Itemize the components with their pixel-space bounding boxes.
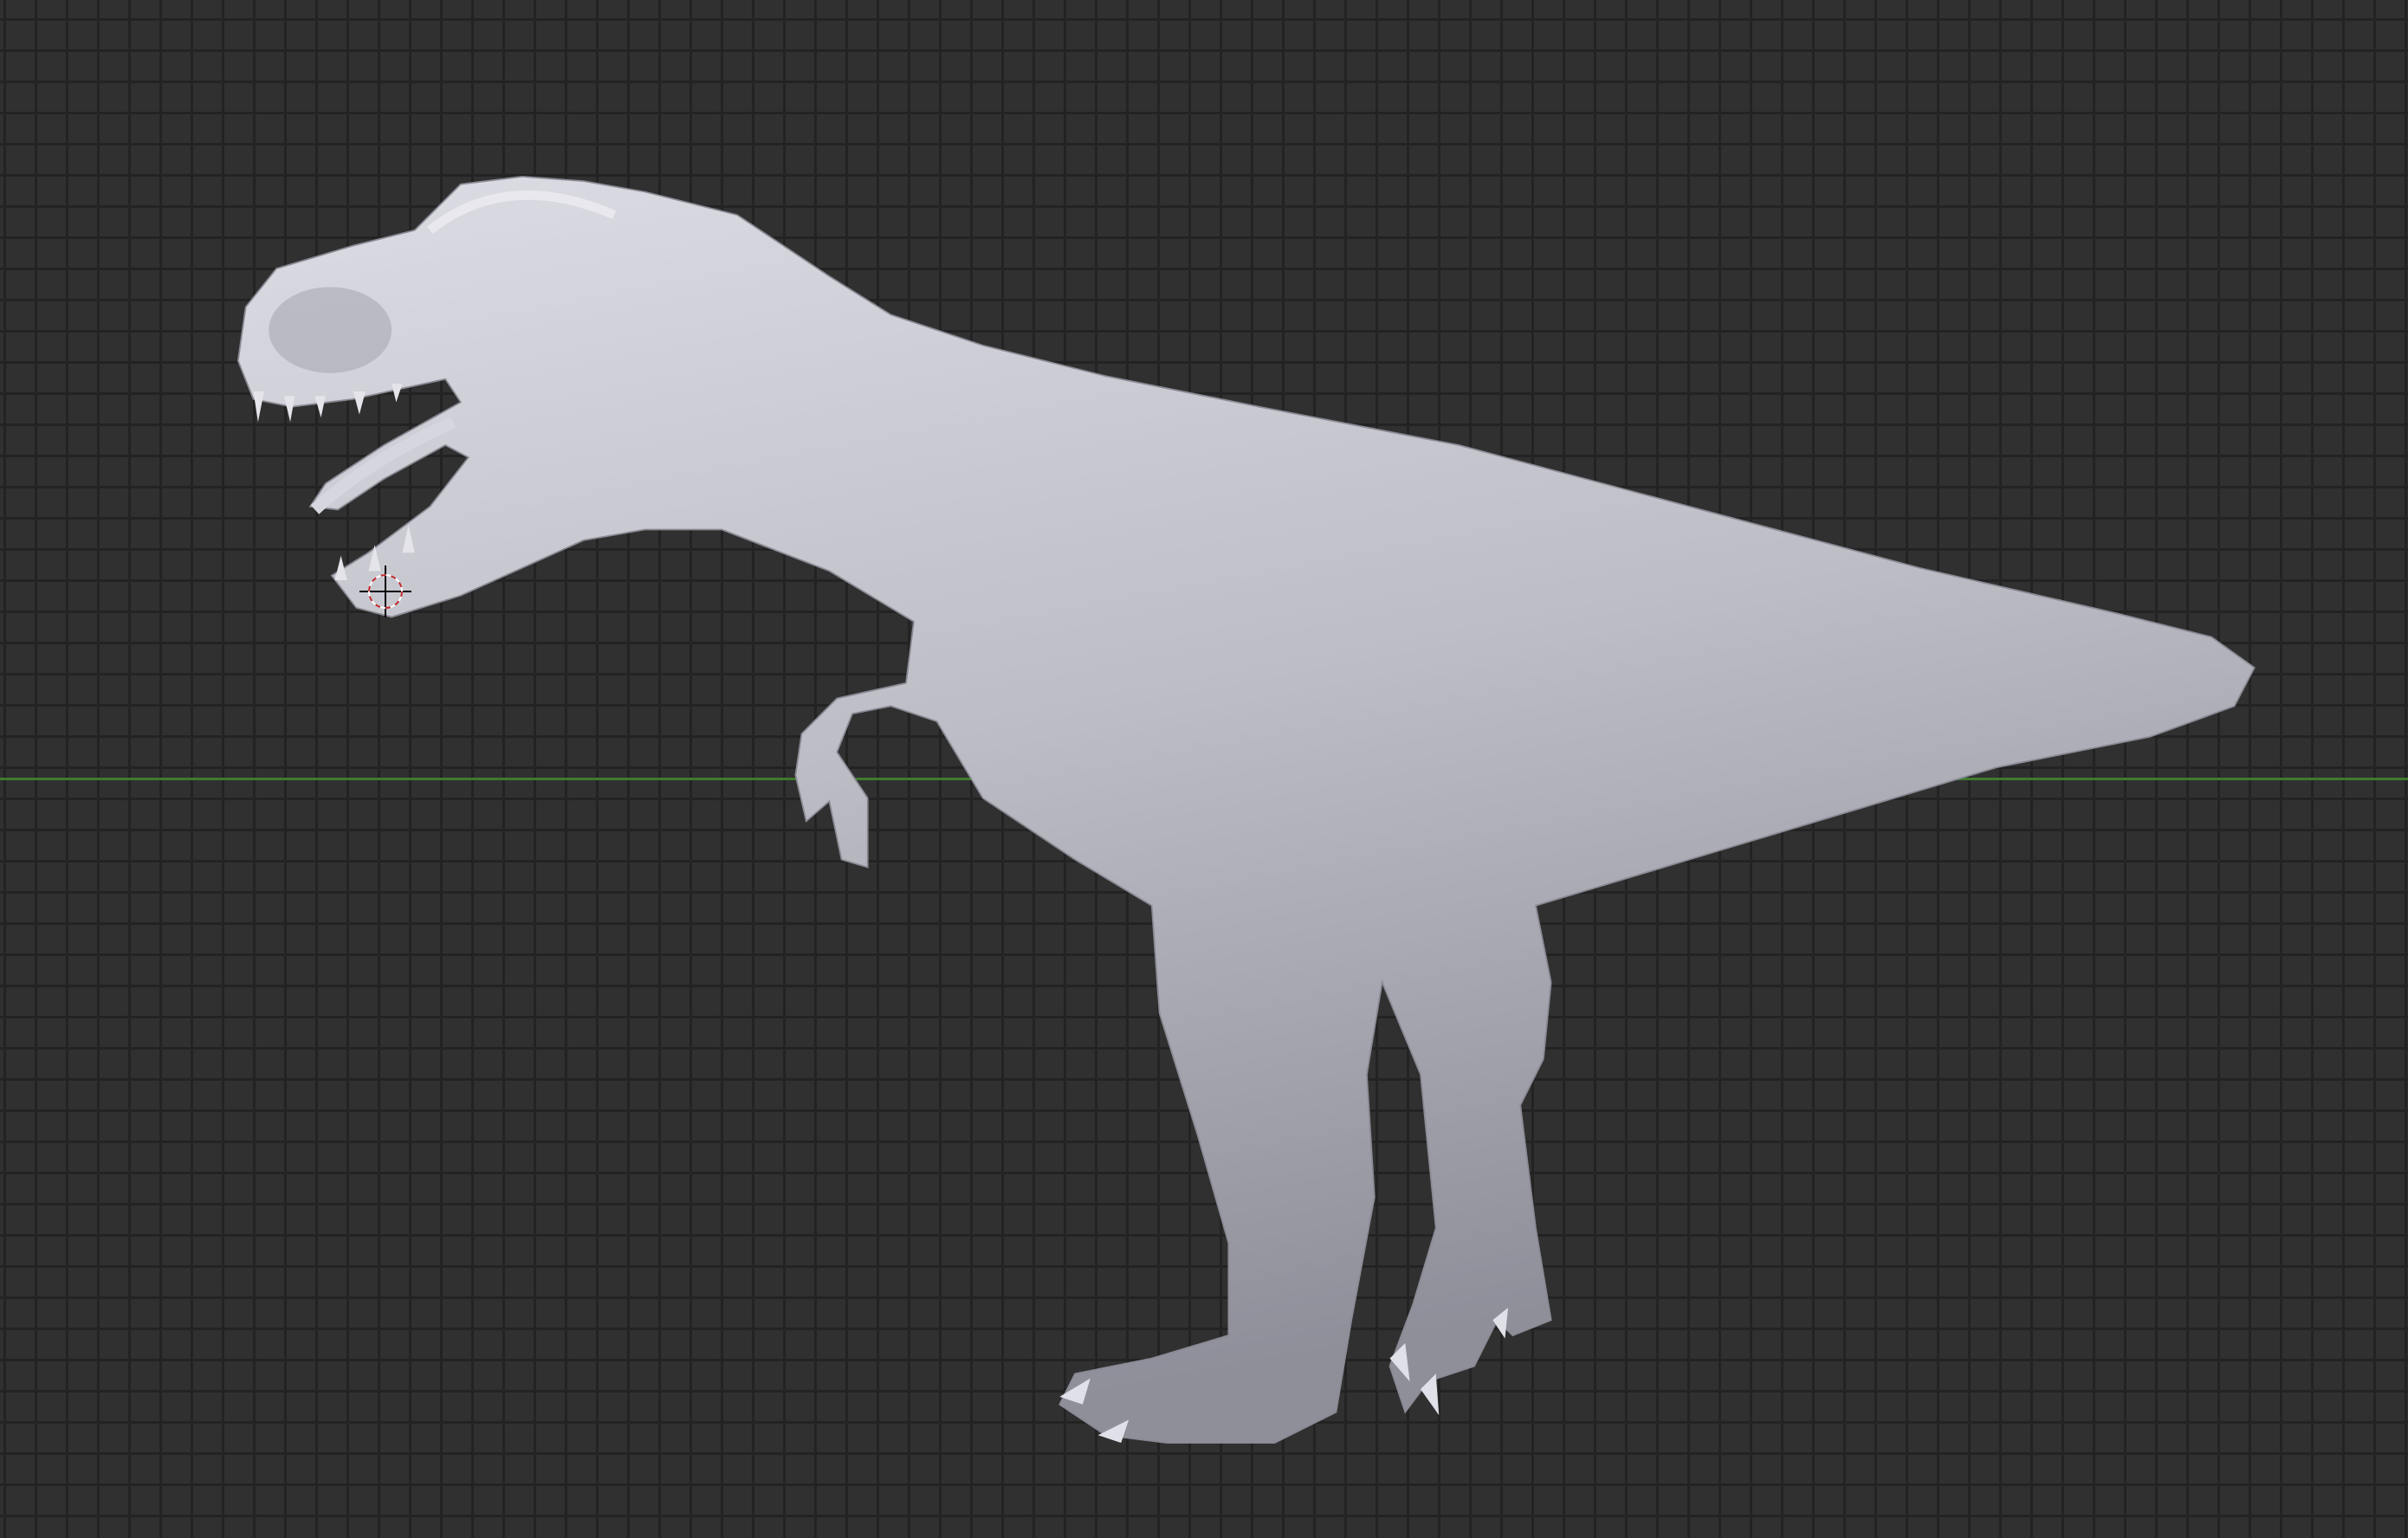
trex-eye-ridge bbox=[269, 287, 392, 373]
3d-viewport[interactable] bbox=[0, 0, 2408, 1538]
3d-cursor-icon[interactable] bbox=[359, 565, 411, 617]
trex-body bbox=[236, 175, 2256, 1444]
trex-sculpt-model[interactable] bbox=[0, 0, 2408, 1538]
